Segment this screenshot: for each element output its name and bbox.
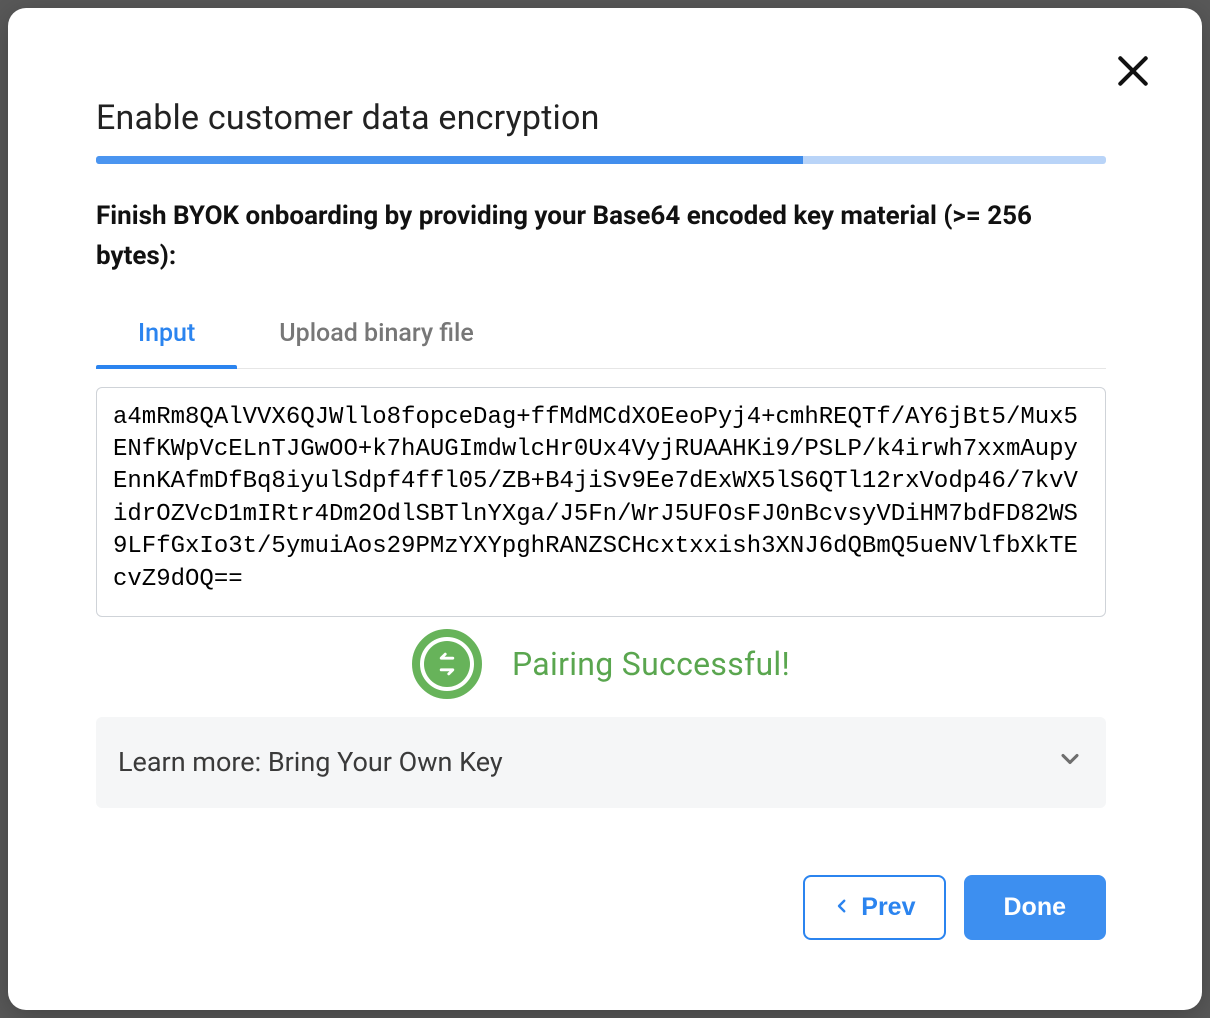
close-button[interactable] — [1114, 52, 1152, 90]
pairing-status: Pairing Successful! — [96, 629, 1106, 699]
close-icon — [1114, 75, 1152, 94]
chevron-left-icon — [833, 893, 851, 922]
prev-button-label: Prev — [861, 893, 915, 922]
modal-dialog: Enable customer data encryption Finish B… — [8, 8, 1202, 1010]
key-material-textarea[interactable] — [96, 387, 1106, 617]
done-button-label: Done — [1004, 893, 1067, 922]
progress-fill — [96, 156, 803, 164]
tab-upload-file[interactable]: Upload binary file — [237, 305, 515, 368]
learn-more-accordion[interactable]: Learn more: Bring Your Own Key — [96, 717, 1106, 808]
modal-title: Enable customer data encryption — [96, 98, 1106, 138]
modal-footer: Prev Done — [803, 875, 1106, 940]
learn-more-label: Learn more: Bring Your Own Key — [118, 746, 503, 778]
tab-input[interactable]: Input — [96, 305, 237, 368]
progress-bar — [96, 156, 1106, 164]
pairing-success-icon — [412, 629, 482, 699]
tab-bar: Input Upload binary file — [96, 305, 1106, 369]
instruction-text: Finish BYOK onboarding by providing your… — [96, 196, 1106, 277]
chevron-down-icon — [1056, 745, 1084, 780]
pairing-status-text: Pairing Successful! — [512, 645, 790, 683]
done-button[interactable]: Done — [964, 875, 1107, 940]
prev-button[interactable]: Prev — [803, 875, 945, 940]
